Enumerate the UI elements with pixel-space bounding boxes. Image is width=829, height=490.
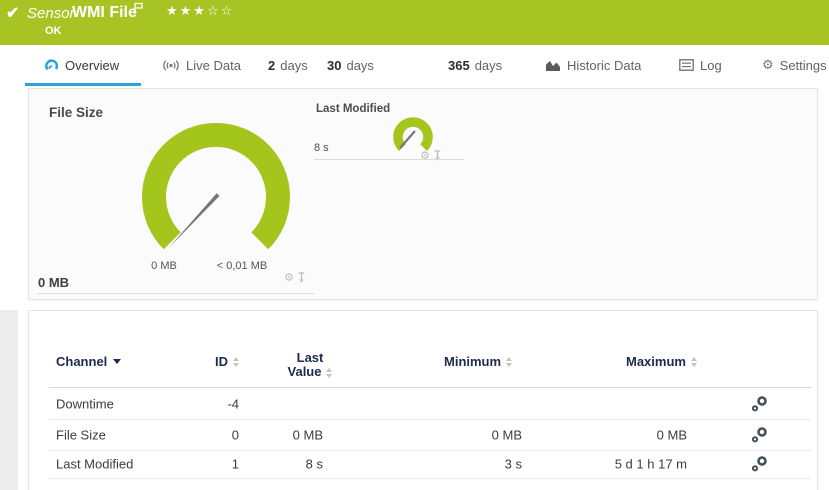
tab-bar: Overview Live Data 2 days 30 days 365 da… <box>0 45 829 88</box>
table-row-downtime: Downtime -4 <box>29 388 819 419</box>
channel-settings-icon[interactable] <box>751 426 768 443</box>
column-header-last-value[interactable]: Last Value <box>273 351 347 379</box>
channel-settings-icon[interactable] <box>751 456 768 473</box>
stars-filled: ★★★ <box>166 4 207 19</box>
flag-icon[interactable] <box>133 2 144 20</box>
cell-minimum: 0 MB <box>422 427 522 442</box>
cell-id: 0 <box>179 427 239 442</box>
column-header-maximum[interactable]: Maximum <box>626 353 697 369</box>
tab-settings-label: Settings <box>780 58 827 73</box>
tab-2-days[interactable]: 2 days <box>268 45 308 85</box>
cell-channel: Downtime <box>56 396 114 411</box>
chevron-down-icon <box>113 359 121 364</box>
column-header-last-value-line2: Value <box>288 364 322 379</box>
stars-empty: ☆☆ <box>207 4 234 19</box>
status-check-icon: ✔ <box>6 3 19 23</box>
cell-minimum: 3 s <box>422 457 522 472</box>
mini-gauge-separator <box>314 159 464 160</box>
tab-30-days-label: days <box>346 58 373 73</box>
file-size-gauge-title: File Size <box>49 105 103 120</box>
sort-icon <box>326 368 332 378</box>
sensor-status-bar: ✔ Sensor WMI File ★★★☆☆ OK <box>0 0 829 45</box>
cell-last-value: 0 MB <box>243 427 323 442</box>
gauges-panel: File Size 0 MB < 0,01 MB 0 MB ⚙ Last Mod… <box>28 88 818 300</box>
cell-maximum: 5 d 1 h 17 m <box>557 457 687 472</box>
tab-30-days[interactable]: 30 days <box>327 45 374 85</box>
tab-live-data-label: Live Data <box>186 58 241 73</box>
cell-channel: File Size <box>56 427 106 442</box>
tab-live-data[interactable]: Live Data <box>162 45 241 85</box>
tab-2-days-label: days <box>280 58 307 73</box>
tab-365-days[interactable]: 365 days <box>448 45 502 85</box>
log-icon <box>679 59 694 71</box>
active-tab-underline <box>25 83 141 86</box>
tab-overview[interactable]: Overview <box>44 45 119 85</box>
column-header-id[interactable]: ID <box>179 353 239 369</box>
gauge-card-separator <box>37 293 314 294</box>
tab-365-days-number: 365 <box>448 58 470 73</box>
sensor-name: WMI File <box>72 4 137 22</box>
tab-30-days-number: 30 <box>327 58 341 73</box>
column-header-minimum[interactable]: Minimum <box>444 353 512 369</box>
object-kind-label: Sensor <box>27 5 75 22</box>
sort-icon <box>691 357 697 367</box>
file-size-gauge-tools: ⚙ <box>284 272 306 283</box>
last-modified-current-value: 8 s <box>314 142 329 154</box>
column-header-id-label: ID <box>215 354 228 369</box>
tab-historic-data[interactable]: Historic Data <box>545 45 641 85</box>
table-row-file-size: File Size 0 0 MB 0 MB 0 MB <box>29 419 819 450</box>
column-header-channel[interactable]: Channel <box>56 353 121 369</box>
gauge-icon <box>44 58 59 73</box>
pin-icon[interactable] <box>297 272 306 283</box>
broadcast-icon <box>162 59 180 72</box>
prtg-sensor-overview-page: ✔ Sensor WMI File ★★★☆☆ OK Overview <box>0 0 829 490</box>
file-size-gauge <box>136 119 296 279</box>
cell-id: 1 <box>179 457 239 472</box>
table-row-last-modified: Last Modified 1 8 s 3 s 5 d 1 h 17 m <box>29 450 819 478</box>
column-header-channel-label: Channel <box>56 354 107 369</box>
last-modified-gauge-title: Last Modified <box>316 103 390 115</box>
priority-stars[interactable]: ★★★☆☆ <box>166 4 234 19</box>
column-header-last-value-line1: Last <box>297 350 324 365</box>
area-chart-icon <box>545 59 561 72</box>
file-size-current-value: 0 MB <box>38 275 69 290</box>
gauge-gear-icon[interactable]: ⚙ <box>284 272 294 283</box>
gear-icon: ⚙ <box>762 59 774 72</box>
channels-table-panel: Channel ID Last Value Minimum Maximum Do… <box>28 310 818 490</box>
gauge-scale-max-label: < 0,01 MB <box>202 260 282 272</box>
cell-maximum: 0 MB <box>557 427 687 442</box>
tab-365-days-label: days <box>475 58 502 73</box>
tab-log[interactable]: Log <box>679 45 722 85</box>
cell-channel: Last Modified <box>56 457 133 472</box>
gauge-scale-min-label: 0 MB <box>134 260 194 272</box>
tab-overview-label: Overview <box>65 58 119 73</box>
column-header-maximum-label: Maximum <box>626 354 686 369</box>
tab-2-days-number: 2 <box>268 58 275 73</box>
cell-last-value: 8 s <box>243 457 323 472</box>
channel-settings-icon[interactable] <box>751 395 768 412</box>
sort-icon <box>506 357 512 367</box>
column-header-minimum-label: Minimum <box>444 354 501 369</box>
tab-settings[interactable]: ⚙ Settings <box>762 45 827 85</box>
page-gutter <box>0 310 18 490</box>
tab-historic-data-label: Historic Data <box>567 58 641 73</box>
sort-icon <box>233 357 239 367</box>
status-text: OK <box>45 25 62 37</box>
cell-id: -4 <box>179 396 239 411</box>
table-row-divider <box>49 478 811 479</box>
tab-log-label: Log <box>700 58 722 73</box>
